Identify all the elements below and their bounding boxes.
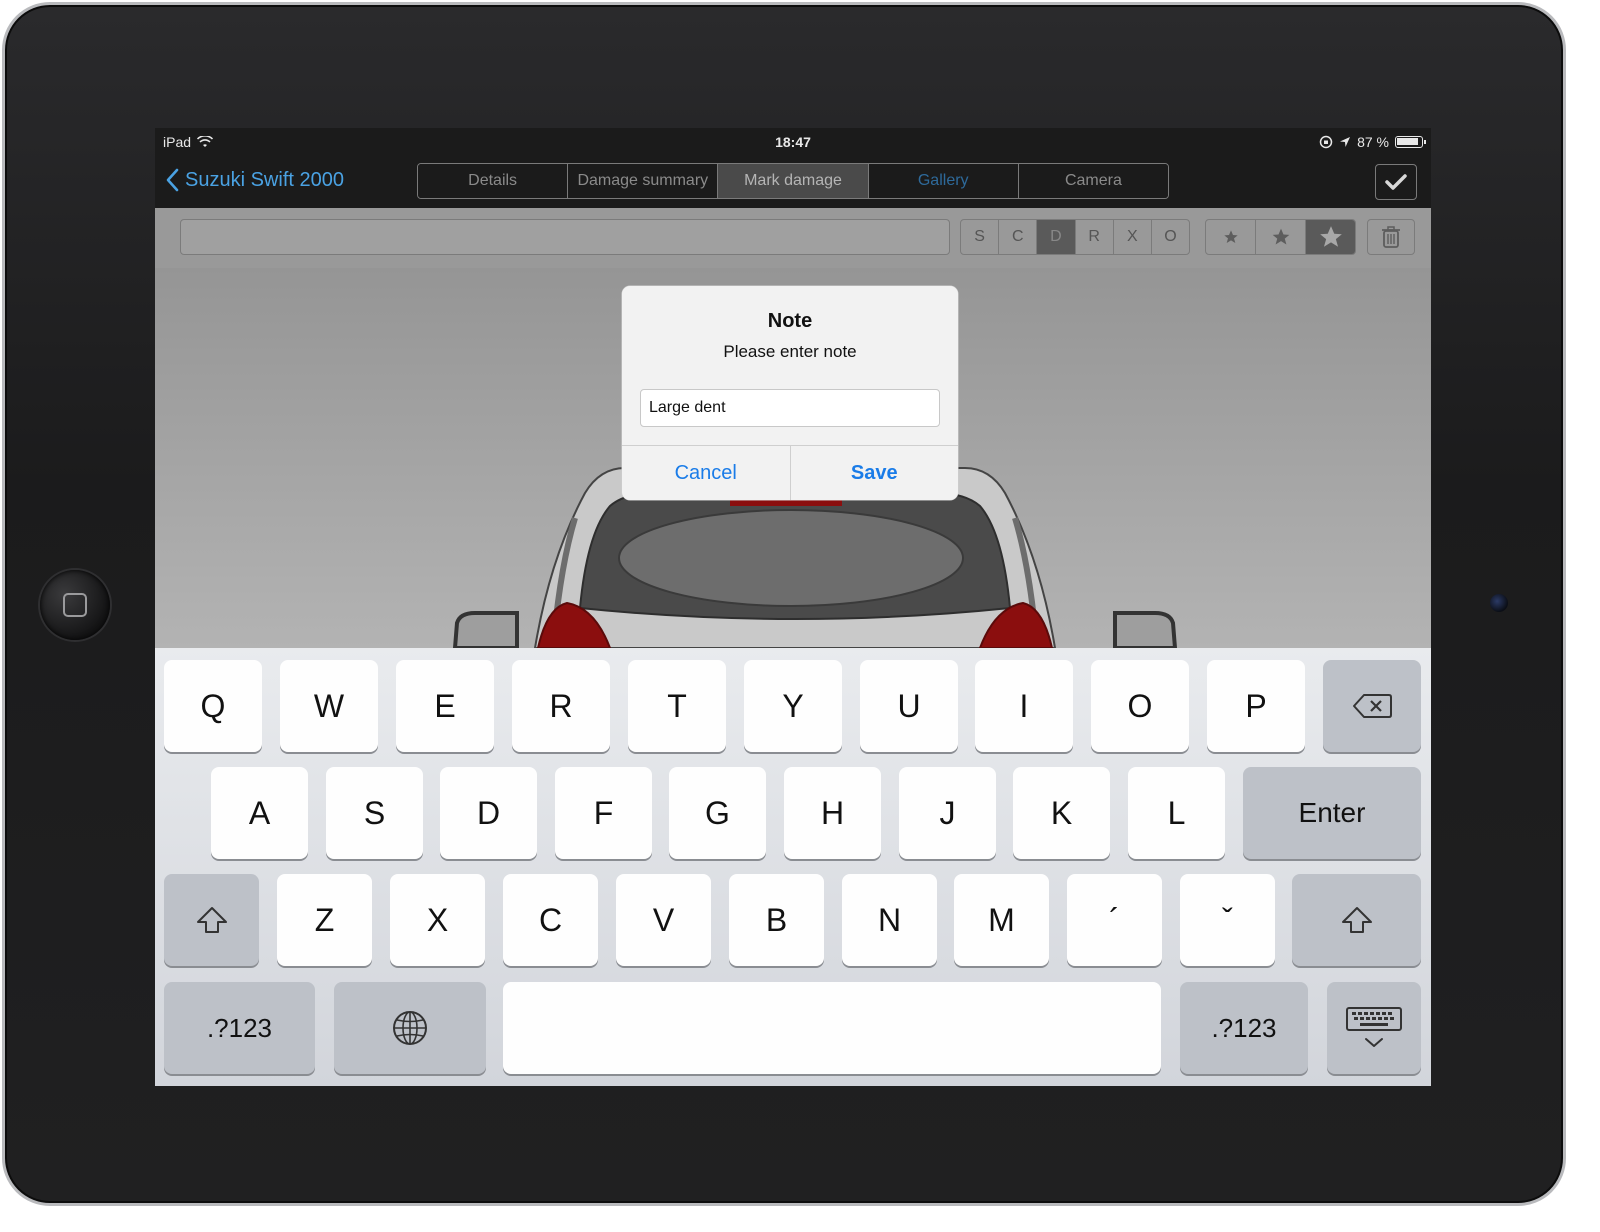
globe-icon: [393, 1011, 427, 1045]
note-input[interactable]: Large dent: [640, 389, 940, 427]
key-acute[interactable]: ´: [1067, 874, 1162, 966]
status-time: 18:47: [775, 134, 811, 150]
numbers-key-left[interactable]: .?123: [164, 982, 315, 1074]
onscreen-keyboard: Q W E R T Y U I O P A S D F G H J K L En…: [155, 648, 1431, 1086]
key-s[interactable]: S: [326, 767, 423, 859]
key-q[interactable]: Q: [164, 660, 262, 752]
dismiss-keyboard-key[interactable]: [1327, 982, 1421, 1074]
key-h[interactable]: H: [784, 767, 881, 859]
tab-gallery[interactable]: Gallery: [868, 164, 1019, 198]
key-caron[interactable]: ˇ: [1180, 874, 1275, 966]
key-i[interactable]: I: [975, 660, 1073, 752]
damage-type-x[interactable]: X: [1114, 220, 1152, 254]
hide-keyboard-icon: [1346, 1007, 1402, 1047]
key-g[interactable]: G: [669, 767, 766, 859]
globe-key[interactable]: [334, 982, 486, 1074]
key-x[interactable]: X: [390, 874, 485, 966]
key-l[interactable]: L: [1128, 767, 1225, 859]
home-button[interactable]: [40, 570, 110, 640]
shift-icon: [196, 907, 227, 933]
space-key[interactable]: [503, 982, 1161, 1074]
key-e[interactable]: E: [396, 660, 494, 752]
key-j[interactable]: J: [899, 767, 996, 859]
key-p[interactable]: P: [1207, 660, 1305, 752]
note-dialog: Note Please enter note Large dent Cancel…: [622, 286, 958, 500]
key-w[interactable]: W: [280, 660, 378, 752]
tab-details[interactable]: Details: [418, 164, 569, 198]
damage-type-c[interactable]: C: [999, 220, 1038, 254]
severity-small[interactable]: [1206, 220, 1256, 254]
backspace-key[interactable]: [1323, 660, 1421, 752]
numbers-key-right[interactable]: .?123: [1180, 982, 1308, 1074]
key-t[interactable]: T: [628, 660, 726, 752]
damage-type-d[interactable]: D: [1037, 220, 1076, 254]
front-camera: [1490, 594, 1508, 612]
key-k[interactable]: K: [1013, 767, 1110, 859]
damage-type-o[interactable]: O: [1152, 220, 1189, 254]
back-button[interactable]: Suzuki Swift 2000: [165, 168, 344, 192]
shift-key-right[interactable]: [1292, 874, 1421, 966]
chevron-left-icon: [166, 168, 179, 192]
delete-button[interactable]: [1367, 219, 1415, 255]
battery-icon: [1395, 136, 1426, 148]
key-m[interactable]: M: [954, 874, 1049, 966]
dialog-message: Please enter note: [723, 342, 857, 361]
orientation-lock-icon: [1319, 135, 1333, 149]
save-button[interactable]: Save: [789, 446, 959, 500]
star-medium-icon: [1272, 228, 1289, 245]
status-bar: iPad 18:47 87 %: [155, 128, 1431, 156]
star-large-icon: [1319, 226, 1342, 247]
severity-medium[interactable]: [1256, 220, 1306, 254]
cancel-button[interactable]: Cancel: [622, 446, 790, 500]
key-v[interactable]: V: [616, 874, 711, 966]
dialog-title: Note: [767, 310, 813, 332]
shift-key-left[interactable]: [164, 874, 259, 966]
severity-selector: [1205, 219, 1356, 255]
key-b[interactable]: B: [729, 874, 824, 966]
tab-camera[interactable]: Camera: [1018, 164, 1168, 198]
damage-type-selector: S C D R X O: [960, 219, 1190, 255]
damage-type-r[interactable]: R: [1076, 220, 1114, 254]
key-y[interactable]: Y: [744, 660, 842, 752]
trash-icon: [1382, 226, 1400, 248]
key-u[interactable]: U: [860, 660, 958, 752]
key-n[interactable]: N: [842, 874, 937, 966]
damage-type-s[interactable]: S: [961, 220, 1000, 254]
star-small-icon: [1223, 230, 1238, 243]
key-z[interactable]: Z: [277, 874, 372, 966]
screen: iPad 18:47 87 % Suzuki Swift 2000 Detail…: [155, 128, 1431, 1086]
done-button[interactable]: [1375, 164, 1417, 200]
enter-key[interactable]: Enter: [1243, 767, 1421, 859]
key-a[interactable]: A: [211, 767, 308, 859]
key-o[interactable]: O: [1091, 660, 1189, 752]
severity-large[interactable]: [1306, 220, 1355, 254]
tab-mark-damage[interactable]: Mark damage: [718, 164, 869, 198]
key-r[interactable]: R: [512, 660, 610, 752]
home-square-icon: [63, 593, 87, 617]
key-f[interactable]: F: [555, 767, 652, 859]
shift-icon: [1341, 907, 1372, 933]
location-arrow-icon: [1340, 137, 1351, 147]
key-d[interactable]: D: [440, 767, 537, 859]
tab-segmented-control: Details Damage summary Mark damage Galle…: [417, 163, 1169, 199]
tab-damage-summary[interactable]: Damage summary: [568, 164, 719, 198]
note-field[interactable]: [180, 219, 950, 255]
backspace-icon: [1353, 694, 1392, 718]
back-label: Suzuki Swift 2000: [185, 168, 344, 191]
battery-percent: 87 %: [1357, 134, 1389, 150]
key-c[interactable]: C: [503, 874, 598, 966]
damage-toolbar: S C D R X O: [155, 208, 1431, 268]
navigation-bar: Suzuki Swift 2000 Details Damage summary…: [155, 156, 1431, 208]
dialog-actions: Cancel Save: [622, 445, 958, 500]
checkmark-icon: [1385, 174, 1407, 190]
